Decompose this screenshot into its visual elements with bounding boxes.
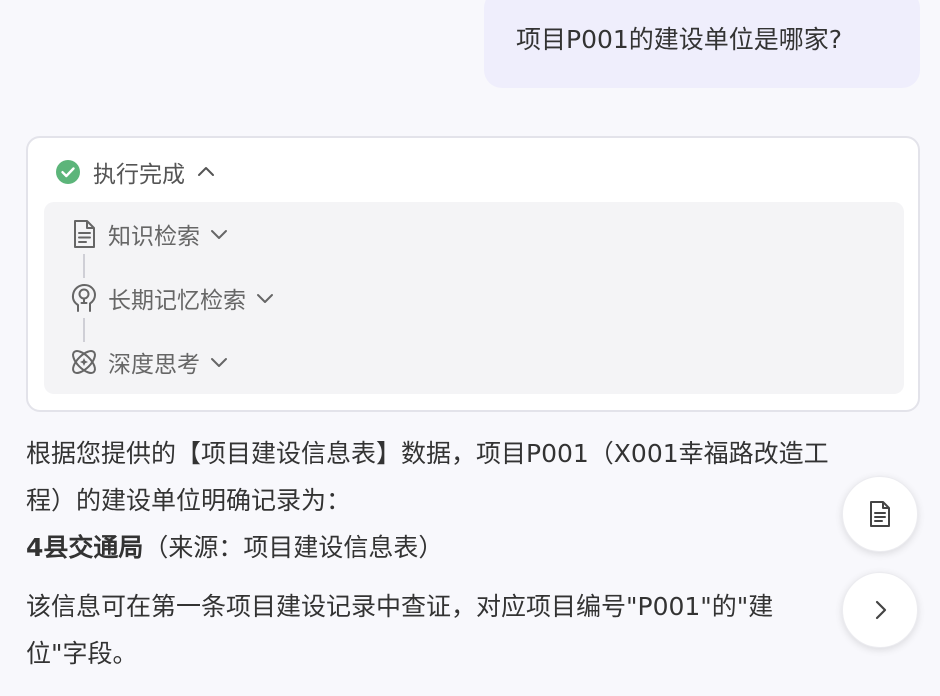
execution-card: 执行完成 知识检索 长期记忆检索 深度思考 [26,136,920,412]
document-button[interactable] [842,476,918,552]
construction-unit-source: （来源：项目建设信息表） [143,533,444,562]
step-long-term-memory[interactable]: 长期记忆检索 [68,280,276,316]
chevron-down-icon [208,351,230,373]
step-connector [83,254,85,278]
step-label: 深度思考 [108,352,200,378]
answer-text: 根据您提供的【项目建设信息表】数据，项目P001（X001幸福路改造工 [26,439,829,468]
execution-steps-panel: 知识检索 长期记忆检索 深度思考 [44,202,904,394]
answer-text: 该信息可在第一条项目建设记录中查证，对应项目编号"P001"的"建 [26,592,774,621]
document-icon [68,218,100,250]
brain-head-icon [68,282,100,314]
check-circle-icon [55,159,81,185]
execution-status-label: 执行完成 [93,162,185,188]
assistant-answer: 根据您提供的【项目建设信息表】数据，项目P001（X001幸福路改造工 程）的建… [26,430,926,677]
user-message-text: 项目P001的建设单位是哪家? [516,25,843,54]
chevron-right-icon [867,597,893,623]
construction-unit-name: 4县交通局 [26,533,144,562]
step-knowledge-search[interactable]: 知识检索 [68,216,230,252]
step-deep-thinking[interactable]: 深度思考 [68,344,230,380]
next-button[interactable] [842,572,918,648]
chat-page: 项目P001的建设单位是哪家? 执行完成 知识检索 长期记忆检索 深度思考 根据… [0,0,940,696]
chevron-up-icon [195,161,217,183]
answer-paragraph: 该信息可在第一条项目建设记录中查证，对应项目编号"P001"的"建 位"字段。 [26,583,926,677]
step-label: 知识检索 [108,224,200,250]
execution-status-toggle[interactable]: 执行完成 [55,157,217,188]
document-icon [865,499,895,529]
user-message-bubble: 项目P001的建设单位是哪家? [484,0,920,88]
atom-icon [68,346,100,378]
chevron-down-icon [208,223,230,245]
answer-text: 位"字段。 [26,639,138,668]
chevron-down-icon [254,287,276,309]
answer-text: 程）的建设单位明确记录为： [26,486,352,515]
step-label: 长期记忆检索 [108,288,246,314]
answer-paragraph: 根据您提供的【项目建设信息表】数据，项目P001（X001幸福路改造工 程）的建… [26,430,926,571]
step-connector [83,318,85,342]
